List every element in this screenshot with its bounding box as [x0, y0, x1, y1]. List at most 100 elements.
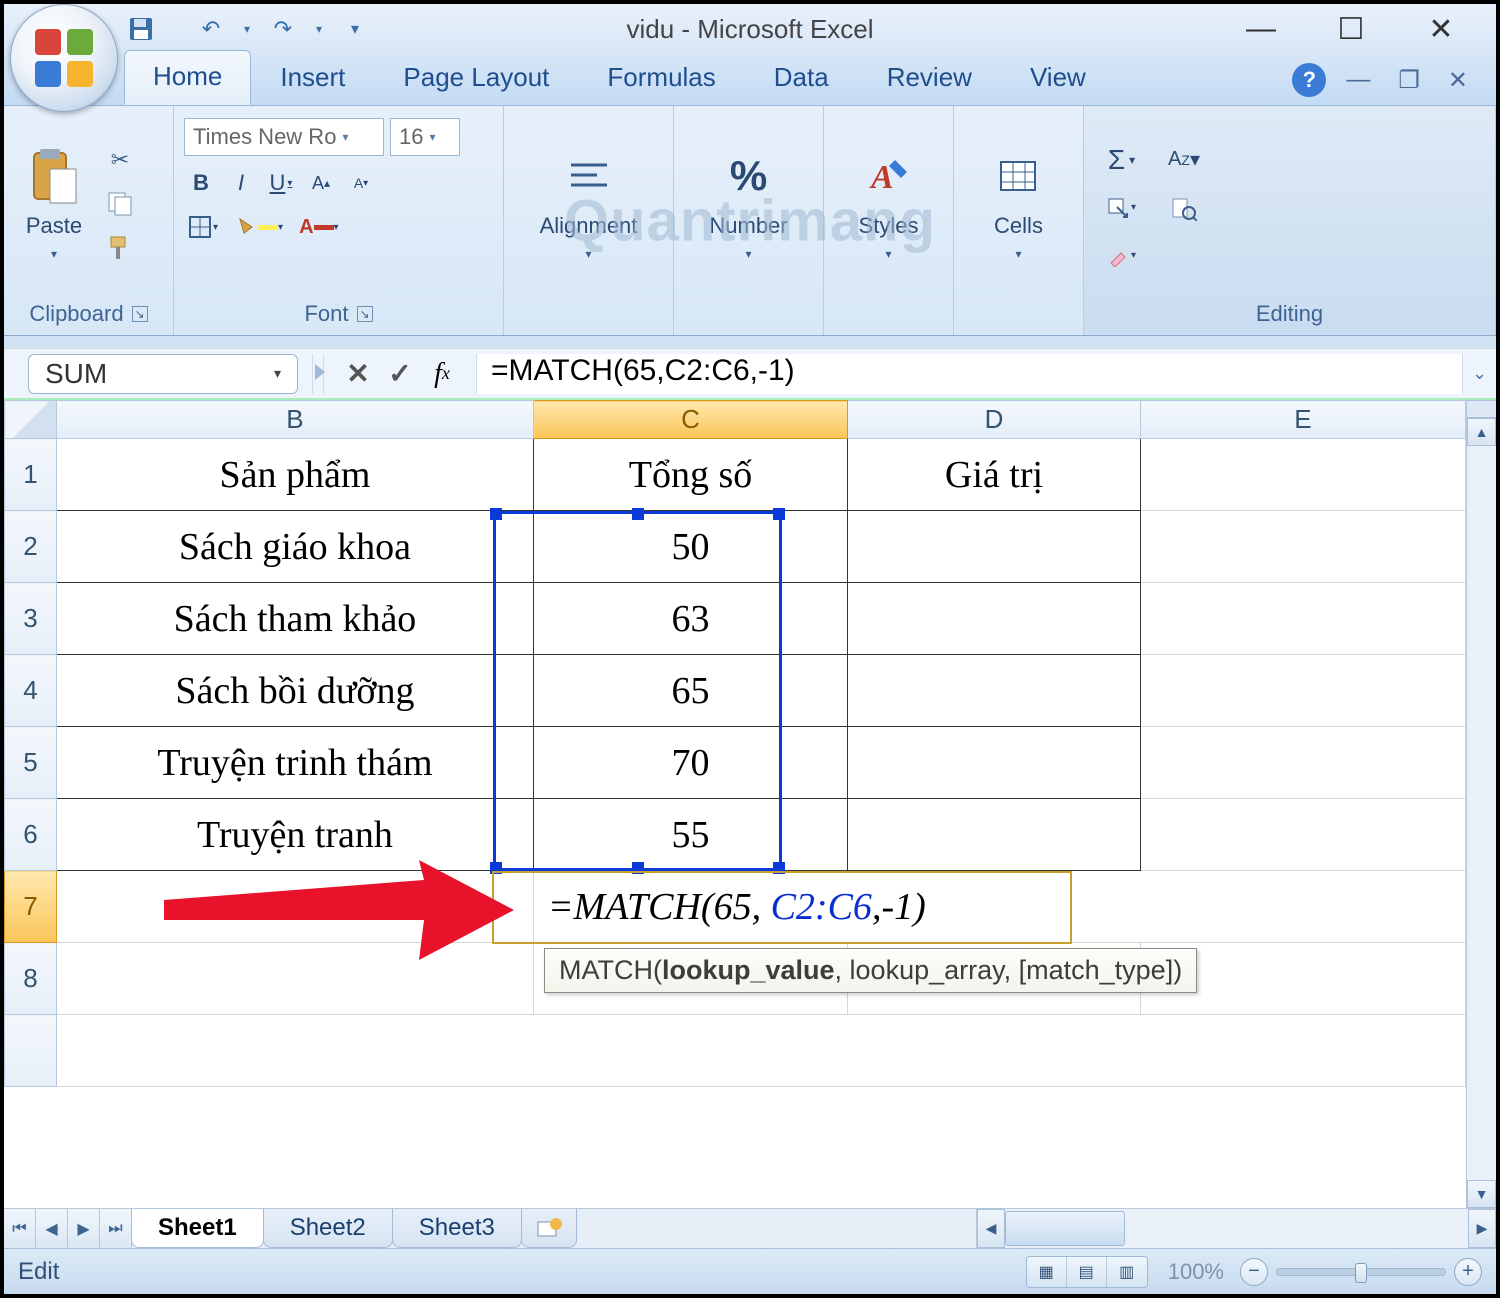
- paste-button[interactable]: Paste ▾: [14, 146, 94, 260]
- autosum-button[interactable]: Σ ▾: [1102, 143, 1141, 177]
- insert-function-icon[interactable]: fx: [422, 356, 462, 392]
- cell-B3[interactable]: Sách tham khảo: [57, 583, 534, 655]
- cell-D1[interactable]: Giá trị: [848, 439, 1141, 511]
- cell-B6[interactable]: Truyện tranh: [57, 799, 534, 871]
- close-button[interactable]: ✕: [1416, 9, 1466, 49]
- cell-B5[interactable]: Truyện trinh thám: [57, 727, 534, 799]
- scroll-left-icon[interactable]: ◀: [977, 1209, 1005, 1248]
- tab-nav-last-icon[interactable]: ⏭: [100, 1209, 132, 1248]
- qat-customize-icon[interactable]: ▾: [338, 12, 372, 46]
- tab-review[interactable]: Review: [858, 51, 1001, 105]
- cell-C7[interactable]: =MATCH(65, C2:C6,-1): [533, 871, 1465, 943]
- cell-C6[interactable]: 55: [533, 799, 847, 871]
- name-box[interactable]: SUM▾: [28, 354, 298, 394]
- cell-E5[interactable]: [1140, 727, 1465, 799]
- expand-formula-bar-icon[interactable]: ⌄: [1462, 354, 1496, 394]
- formula-input[interactable]: =MATCH(65,C2:C6,-1): [477, 354, 1462, 394]
- cell-E3[interactable]: [1140, 583, 1465, 655]
- cell-D2[interactable]: [848, 511, 1141, 583]
- sheet-tab-1[interactable]: Sheet1: [131, 1209, 264, 1248]
- tab-nav-first-icon[interactable]: ⏮: [4, 1209, 36, 1248]
- split-handle-top[interactable]: [1467, 400, 1496, 418]
- hscroll-thumb[interactable]: [1005, 1211, 1125, 1246]
- cell-C2[interactable]: 50: [533, 511, 847, 583]
- zoom-in-button[interactable]: +: [1454, 1258, 1482, 1286]
- cell-C4[interactable]: 65: [533, 655, 847, 727]
- row-header-4[interactable]: 4: [5, 655, 57, 727]
- vertical-scrollbar[interactable]: ▲ ▼: [1466, 400, 1496, 1208]
- cells-button[interactable]: Cells ▾: [979, 146, 1059, 260]
- cell-B7[interactable]: [57, 871, 534, 943]
- font-launcher-icon[interactable]: ↘: [357, 306, 373, 322]
- scroll-right-icon[interactable]: ▶: [1468, 1209, 1496, 1248]
- maximize-button[interactable]: ☐: [1326, 9, 1376, 49]
- tab-nav-prev-icon[interactable]: ◀: [36, 1209, 68, 1248]
- cell-C3[interactable]: 63: [533, 583, 847, 655]
- cell-B8[interactable]: [57, 943, 534, 1015]
- workbook-minimize-button[interactable]: —: [1338, 66, 1378, 94]
- tab-page-layout[interactable]: Page Layout: [374, 51, 578, 105]
- row-header-2[interactable]: 2: [5, 511, 57, 583]
- cell-B2[interactable]: Sách giáo khoa: [57, 511, 534, 583]
- cell-E6[interactable]: [1140, 799, 1465, 871]
- cell-B1[interactable]: Sản phẩm: [57, 439, 534, 511]
- tab-data[interactable]: Data: [745, 51, 858, 105]
- alignment-button[interactable]: Alignment ▾: [549, 146, 629, 260]
- row-header-7[interactable]: 7: [5, 871, 57, 943]
- cut-icon[interactable]: ✂: [102, 142, 138, 178]
- row-header-3[interactable]: 3: [5, 583, 57, 655]
- underline-button[interactable]: U▾: [264, 166, 298, 200]
- number-button[interactable]: % Number ▾: [709, 146, 789, 260]
- tab-view[interactable]: View: [1001, 51, 1115, 105]
- font-color-button[interactable]: A▾: [294, 210, 343, 244]
- sort-filter-button[interactable]: AZ▾: [1163, 143, 1205, 177]
- zoom-out-button[interactable]: −: [1240, 1258, 1268, 1286]
- col-header-C[interactable]: C: [533, 401, 847, 439]
- sheet-tab-2[interactable]: Sheet2: [263, 1209, 393, 1248]
- office-button[interactable]: [10, 4, 118, 112]
- new-sheet-tab-icon[interactable]: [521, 1209, 577, 1248]
- redo-icon[interactable]: ↷: [266, 12, 300, 46]
- row-header-blank[interactable]: [5, 1015, 57, 1087]
- page-layout-view-icon[interactable]: ▤: [1067, 1257, 1107, 1287]
- save-icon[interactable]: [124, 12, 158, 46]
- workbook-close-button[interactable]: ✕: [1440, 66, 1476, 95]
- row-header-5[interactable]: 5: [5, 727, 57, 799]
- redo-dropdown[interactable]: ▾: [312, 12, 326, 46]
- clipboard-launcher-icon[interactable]: ↘: [132, 306, 148, 322]
- row-header-8[interactable]: 8: [5, 943, 57, 1015]
- zoom-slider[interactable]: [1276, 1268, 1446, 1276]
- select-all-corner[interactable]: [5, 401, 57, 439]
- tab-formulas[interactable]: Formulas: [578, 51, 744, 105]
- cell-C5[interactable]: 70: [533, 727, 847, 799]
- normal-view-icon[interactable]: ▦: [1027, 1257, 1067, 1287]
- copy-icon[interactable]: [102, 186, 138, 222]
- italic-button[interactable]: I: [224, 166, 258, 200]
- cell-D5[interactable]: [848, 727, 1141, 799]
- format-painter-icon[interactable]: [102, 230, 138, 266]
- zoom-level[interactable]: 100%: [1168, 1259, 1224, 1285]
- shrink-font-button[interactable]: A▾: [344, 166, 378, 200]
- tab-insert[interactable]: Insert: [251, 51, 374, 105]
- tab-nav-next-icon[interactable]: ▶: [68, 1209, 100, 1248]
- col-header-E[interactable]: E: [1140, 401, 1465, 439]
- cell-D4[interactable]: [848, 655, 1141, 727]
- grow-font-button[interactable]: A▴: [304, 166, 338, 200]
- cell-B4[interactable]: Sách bồi dưỡng: [57, 655, 534, 727]
- tab-home[interactable]: Home: [124, 50, 251, 105]
- sheet-tab-3[interactable]: Sheet3: [392, 1209, 522, 1248]
- scroll-up-icon[interactable]: ▲: [1467, 418, 1496, 446]
- cell-D6[interactable]: [848, 799, 1141, 871]
- cell-D3[interactable]: [848, 583, 1141, 655]
- scroll-down-icon[interactable]: ▼: [1467, 1180, 1496, 1208]
- col-header-D[interactable]: D: [848, 401, 1141, 439]
- grid[interactable]: B C D E 1Sản phẩmTổng sốGiá trị 2Sách gi…: [4, 400, 1466, 1208]
- page-break-view-icon[interactable]: ▥: [1107, 1257, 1147, 1287]
- help-icon[interactable]: ?: [1292, 63, 1326, 97]
- minimize-button[interactable]: —: [1236, 9, 1286, 49]
- cancel-formula-icon[interactable]: ✕: [338, 356, 378, 392]
- undo-dropdown[interactable]: ▾: [240, 12, 254, 46]
- fill-color-button[interactable]: ▾: [229, 210, 288, 244]
- font-name-combo[interactable]: Times New Ro▾: [184, 118, 384, 156]
- cell-E2[interactable]: [1140, 511, 1465, 583]
